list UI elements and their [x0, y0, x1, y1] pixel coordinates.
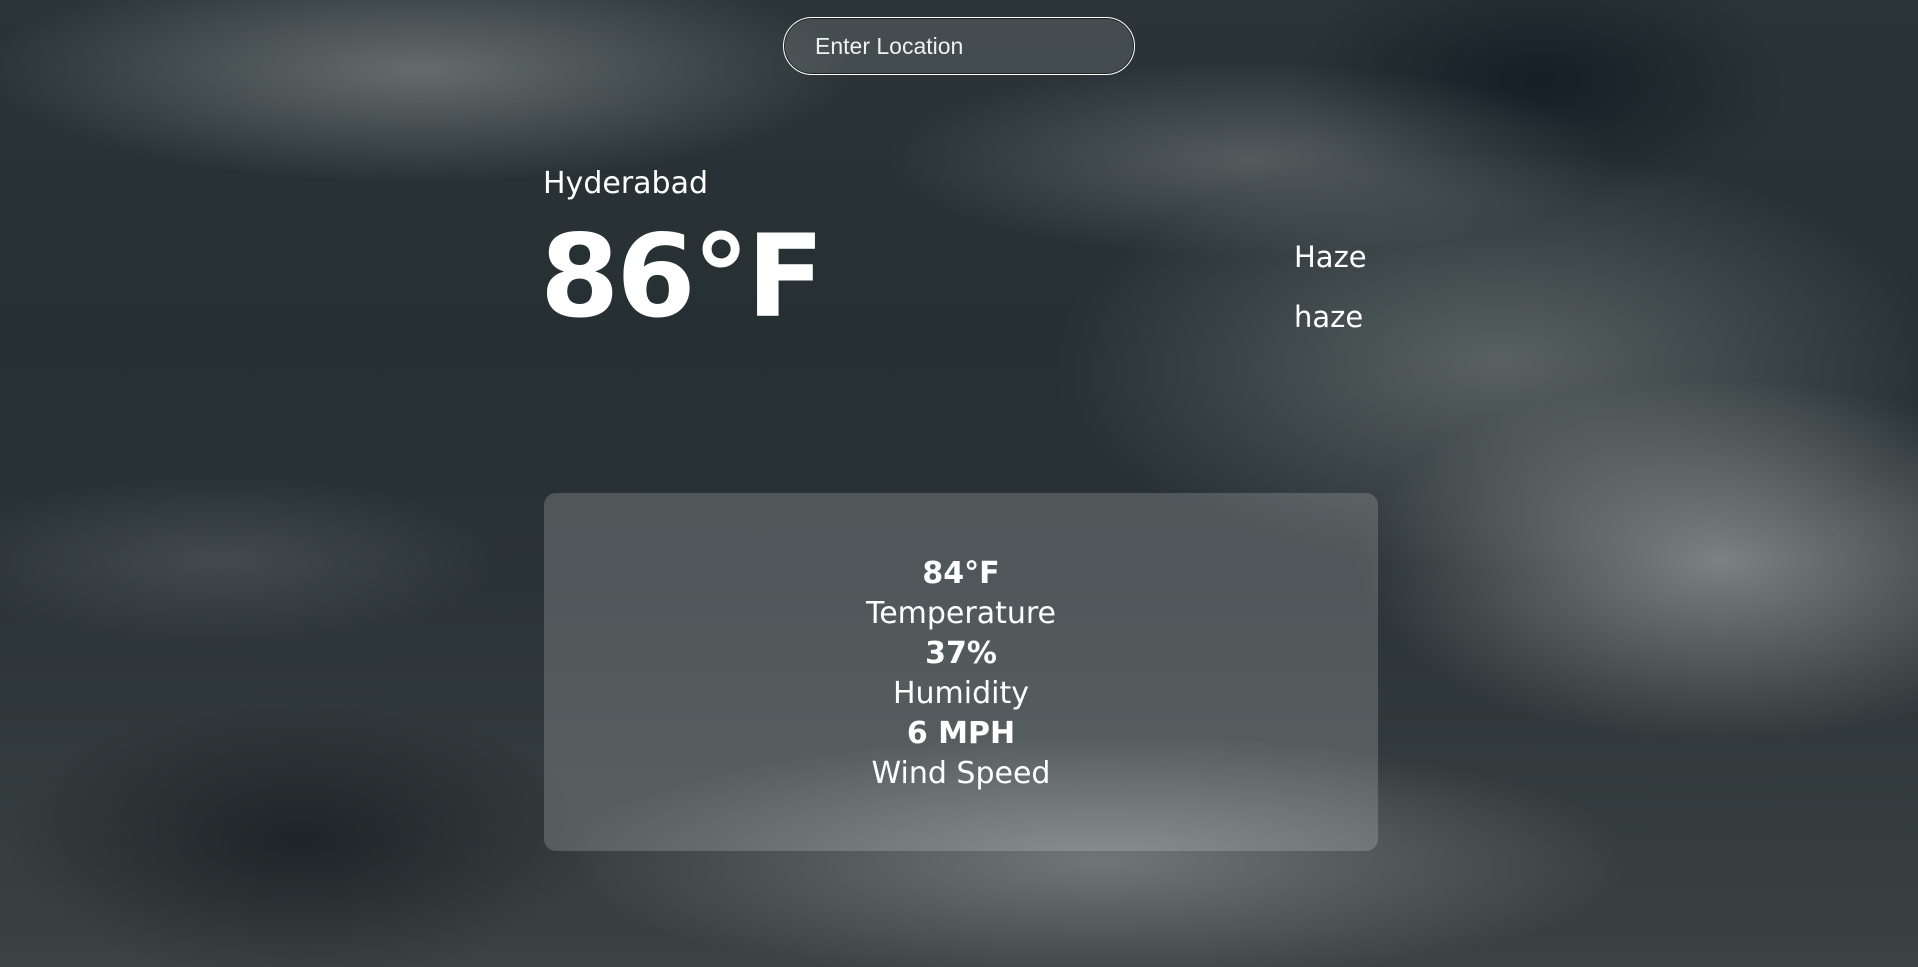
- weather-description: haze: [1294, 300, 1364, 334]
- humidity-label: Humidity: [892, 676, 1030, 711]
- wind-speed-label: Wind Speed: [871, 756, 1051, 791]
- wind-speed-value: 6 MPH: [906, 716, 1016, 751]
- location-search-input[interactable]: [783, 17, 1135, 75]
- weather-app: Hyderabad 86°F Haze haze 84°F Temperatur…: [0, 0, 1918, 967]
- weather-condition: Haze: [1294, 240, 1367, 274]
- current-temperature: 86°F: [540, 210, 825, 343]
- feels-like-value: 84°F: [922, 556, 1000, 591]
- feels-like-label: Temperature: [865, 596, 1057, 631]
- weather-details-card: 84°F Temperature 37% Humidity 6 MPH Wind…: [544, 493, 1378, 851]
- humidity-value: 37%: [925, 636, 997, 671]
- city-name: Hyderabad: [543, 166, 708, 201]
